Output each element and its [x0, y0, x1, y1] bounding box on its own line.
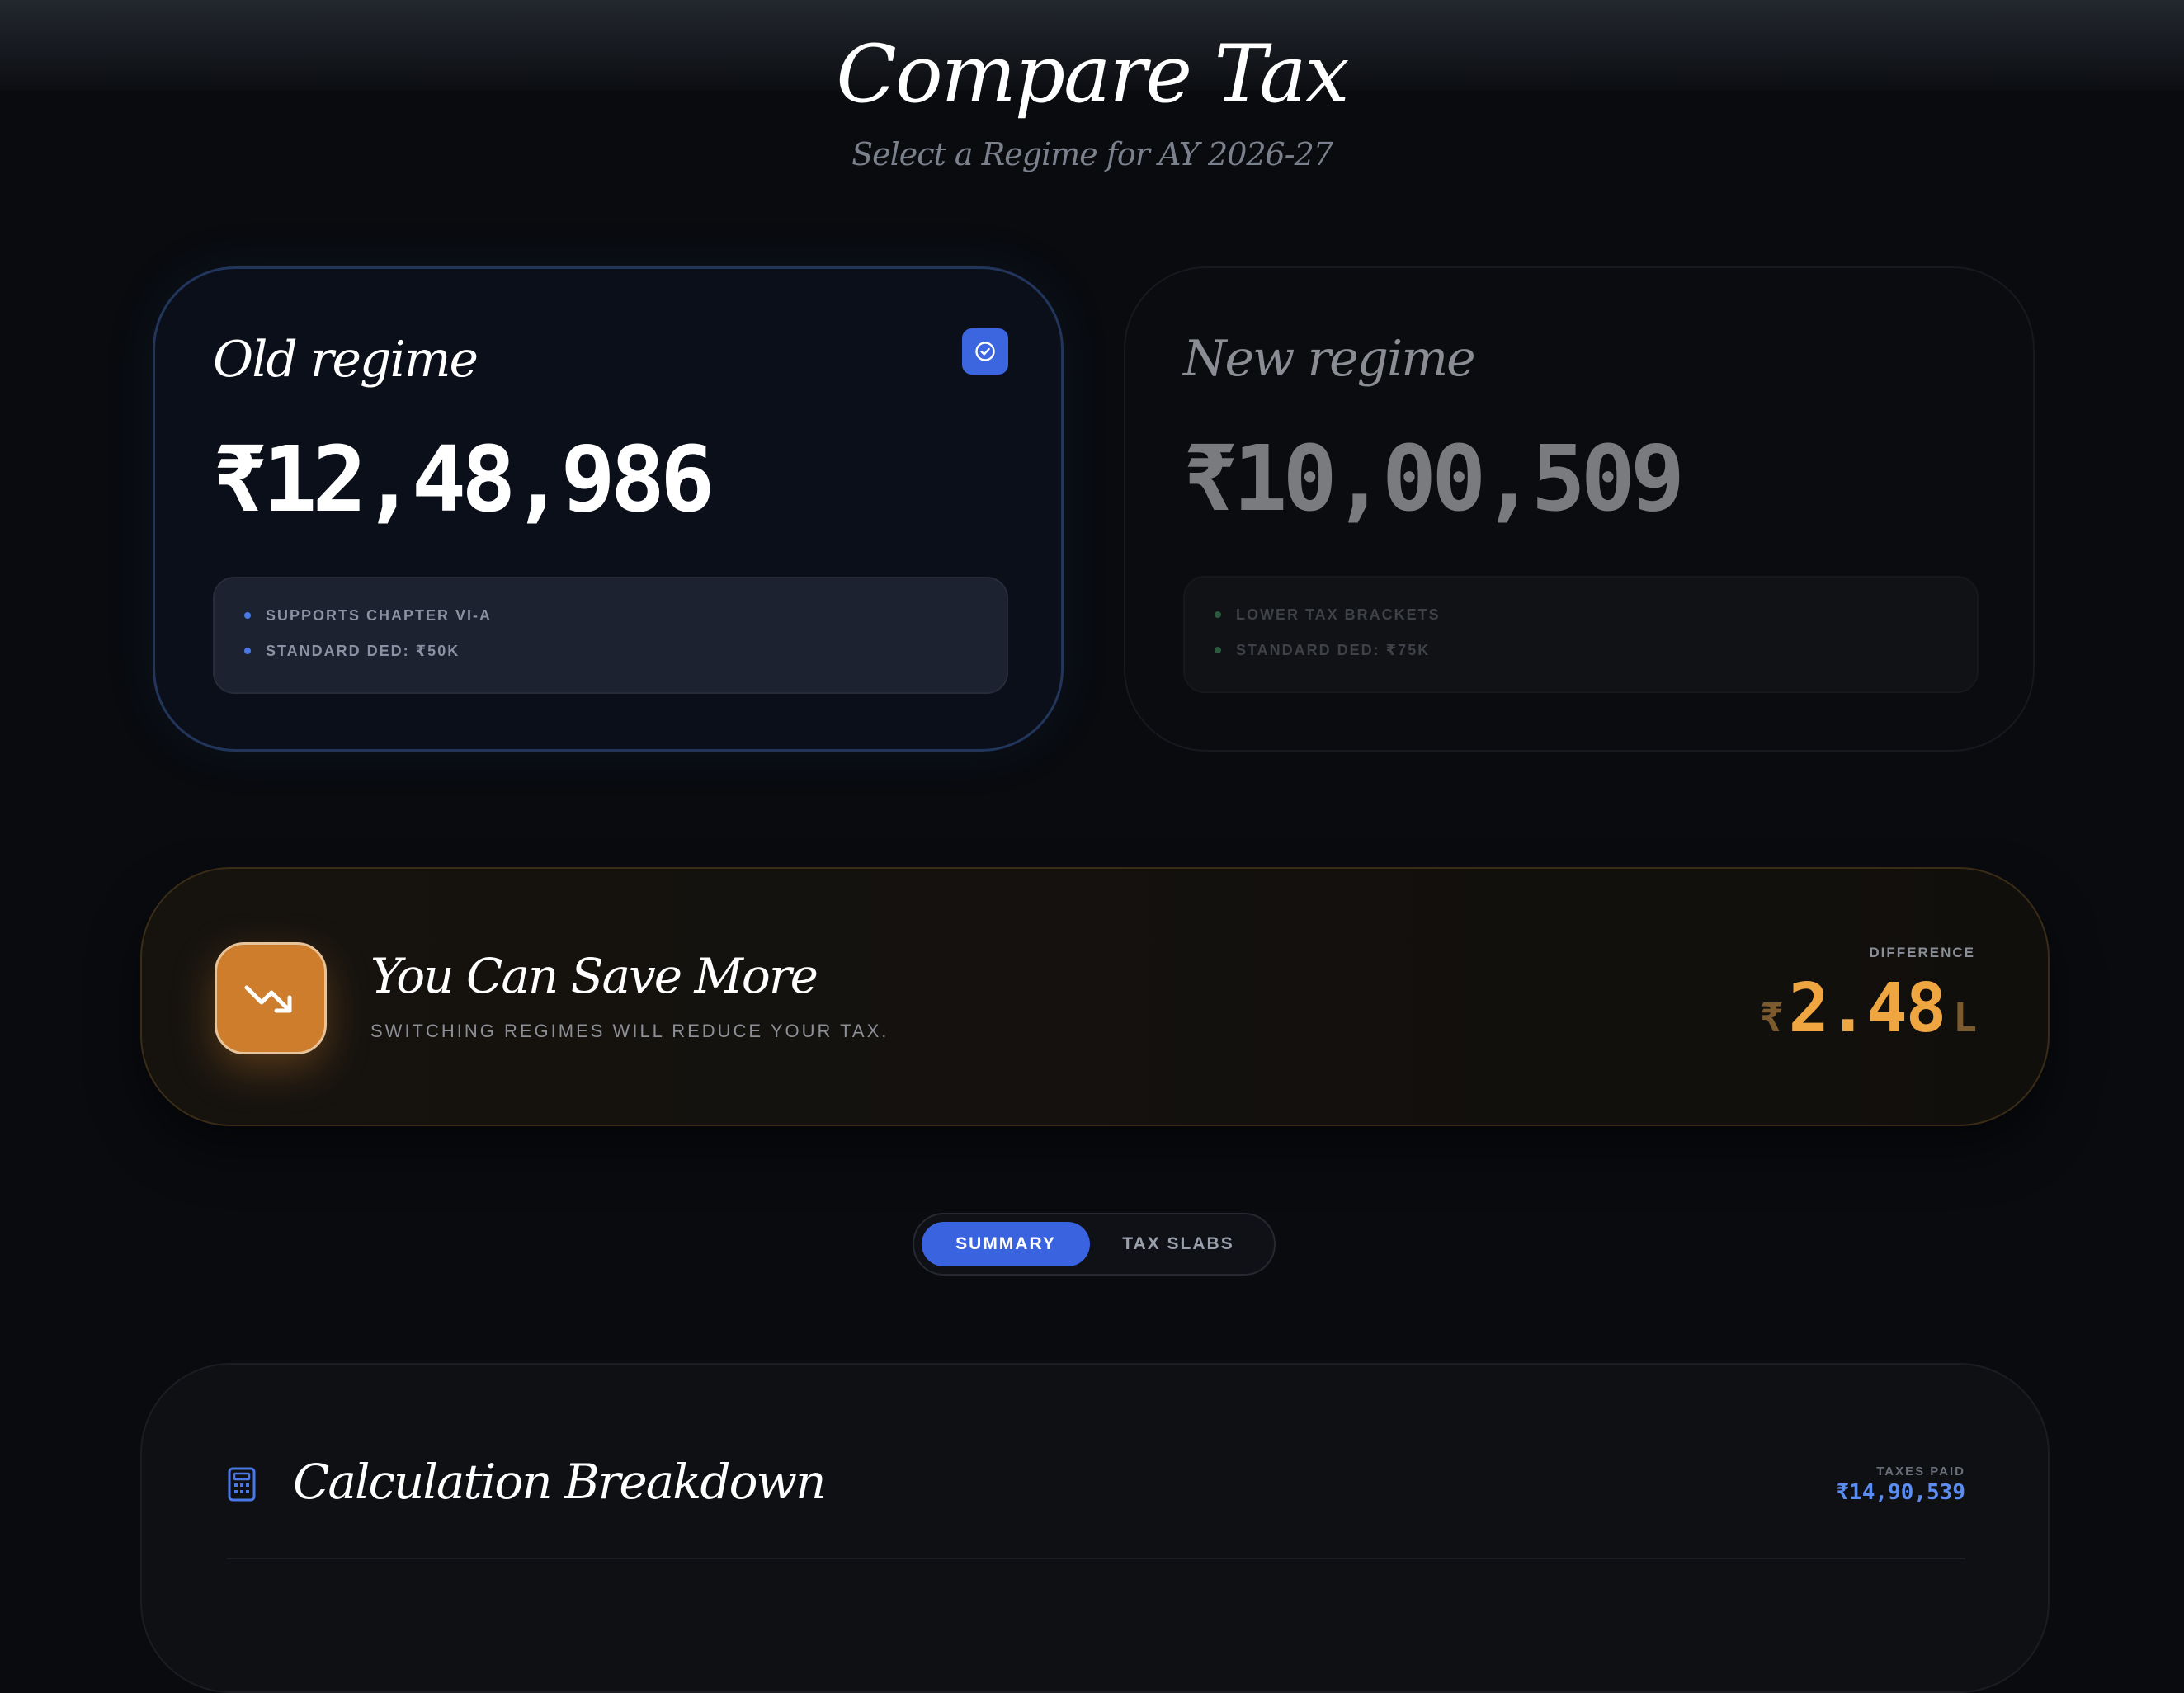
difference-number: 2.48 — [1788, 969, 1946, 1048]
page-title: Compare Tax — [836, 28, 1349, 120]
savings-title: You Can Save More — [370, 948, 818, 1004]
feature-label: SUPPORTS CHAPTER VI-A — [266, 606, 493, 624]
calculation-breakdown-card: Calculation Breakdown TAXES PAID ₹14,90,… — [140, 1363, 2050, 1693]
savings-banner: You Can Save More SWITCHING REGIMES WILL… — [140, 867, 2050, 1126]
feature-item: LOWER TAX BRACKETS — [1215, 602, 1441, 627]
difference-value: ₹ 2.48 L — [1760, 969, 1977, 1048]
taxes-paid-label: TAXES PAID — [1876, 1464, 1965, 1478]
old-regime-title: Old regime — [213, 331, 479, 389]
view-tabs: SUMMARY TAX SLABS — [913, 1213, 1276, 1276]
page-subtitle: Select a Regime for AY 2026-27 — [851, 136, 1333, 172]
feature-label: STANDARD DED: ₹75K — [1236, 641, 1431, 658]
divider — [227, 1558, 1965, 1559]
new-regime-card[interactable]: New regime ₹10,00,509 LOWER TAX BRACKETS… — [1124, 266, 2035, 752]
bullet-dot-icon — [1215, 647, 1221, 653]
old-regime-card[interactable]: Old regime ₹12,48,986 SUPPORTS CHAPTER V… — [153, 266, 1064, 752]
bullet-dot-icon — [244, 648, 251, 654]
feature-item: SUPPORTS CHAPTER VI-A — [244, 603, 492, 628]
feature-item: STANDARD DED: ₹50K — [244, 639, 460, 663]
feature-item: STANDARD DED: ₹75K — [1215, 638, 1430, 663]
difference-currency: ₹ — [1759, 995, 1784, 1041]
difference-label: DIFFERENCE — [1869, 945, 1975, 960]
bullet-dot-icon — [244, 612, 251, 619]
breakdown-title: Calculation Breakdown — [293, 1454, 826, 1510]
tab-tax-slabs[interactable]: TAX SLABS — [1092, 1222, 1265, 1266]
old-regime-amount: ₹12,48,986 — [213, 427, 715, 532]
taxes-paid-value: ₹14,90,539 — [1836, 1480, 1965, 1505]
difference-unit: L — [1953, 995, 1977, 1041]
savings-subtitle: SWITCHING REGIMES WILL REDUCE YOUR TAX. — [370, 1021, 889, 1041]
old-regime-features: SUPPORTS CHAPTER VI-A STANDARD DED: ₹50K — [213, 577, 1008, 694]
calculator-icon — [227, 1466, 257, 1507]
trending-down-icon — [215, 942, 327, 1054]
feature-label: STANDARD DED: ₹50K — [266, 642, 460, 659]
feature-label: LOWER TAX BRACKETS — [1236, 606, 1441, 623]
selected-check-icon — [962, 328, 1008, 375]
new-regime-features: LOWER TAX BRACKETS STANDARD DED: ₹75K — [1183, 576, 1979, 693]
tab-summary[interactable]: SUMMARY — [922, 1222, 1090, 1266]
new-regime-title: New regime — [1183, 330, 1476, 388]
new-regime-amount: ₹10,00,509 — [1183, 426, 1685, 531]
bullet-dot-icon — [1215, 611, 1221, 618]
